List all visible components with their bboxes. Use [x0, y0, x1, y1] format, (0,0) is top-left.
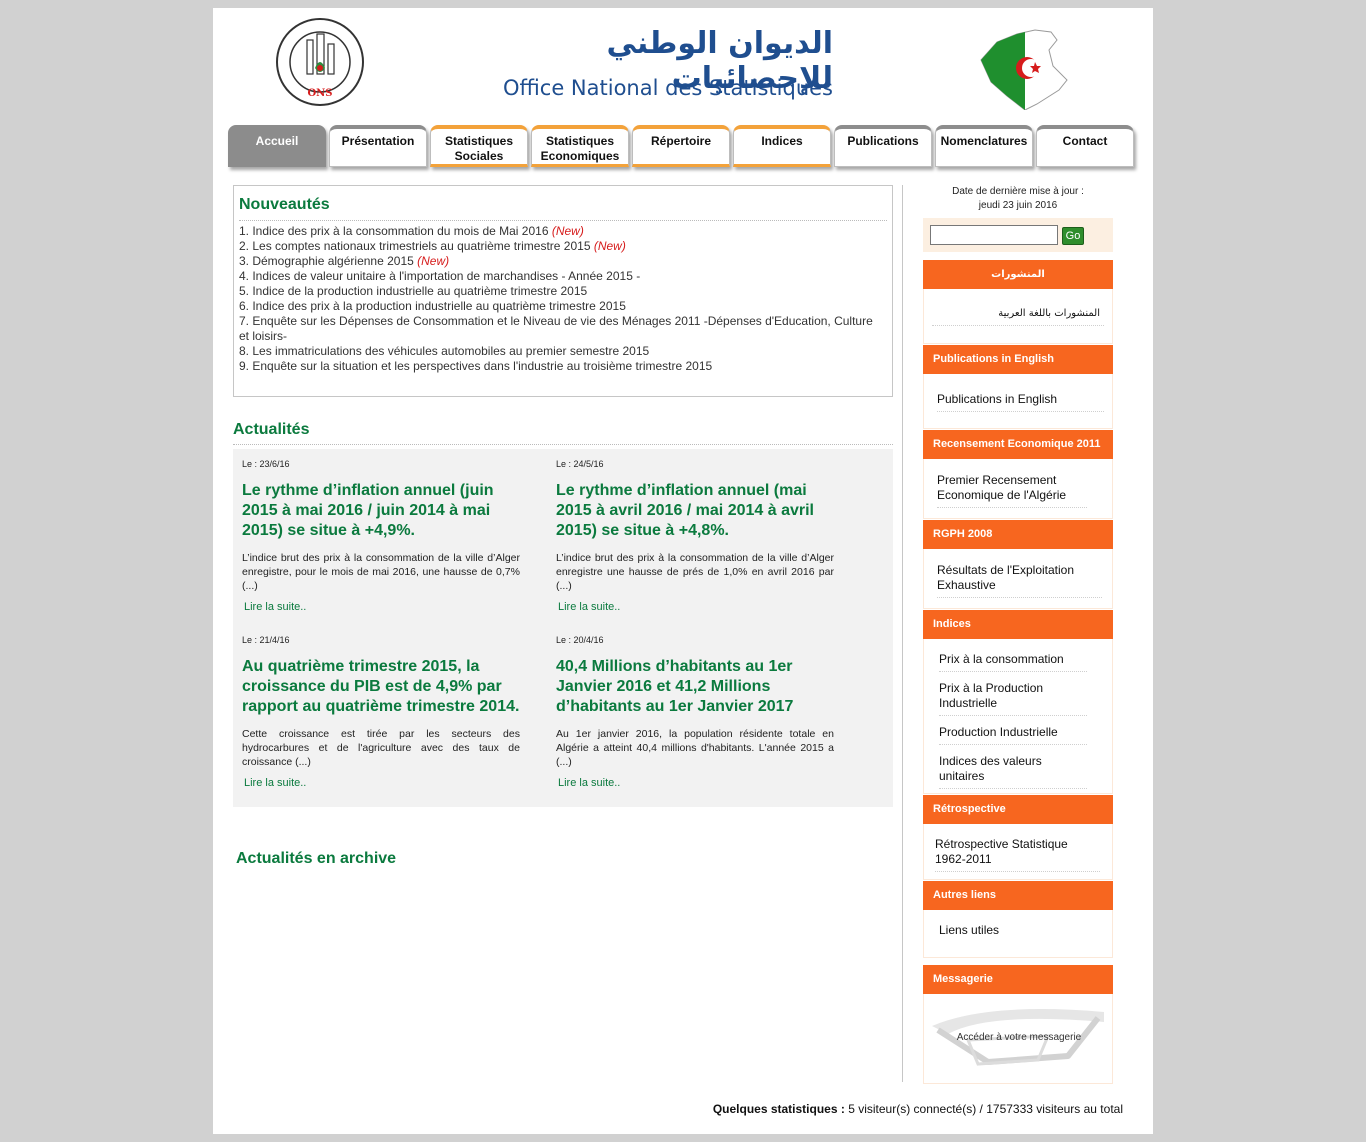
list-item[interactable]: 4. Indices de valeur unitaire à l'import…: [239, 269, 879, 284]
block-indices: Prix à la consommation Prix à la Product…: [923, 639, 1113, 794]
news-summary: L’indice brut des prix à la consommation…: [242, 552, 520, 592]
list-item[interactable]: 1. Indice des prix à la consommation du …: [239, 224, 879, 239]
link-retrospective-statistique[interactable]: Rétrospective Statistique 1962-2011: [935, 837, 1100, 872]
news-date: Le : 24/5/16: [556, 459, 604, 469]
new-tag: (New): [417, 254, 450, 268]
block-retrospective: Rétrospective Statistique 1962-2011: [923, 824, 1113, 880]
page: ONS الديوان الوطني للإحصائيات Office Nat…: [213, 8, 1153, 1134]
link-publications-english[interactable]: Publications in English: [937, 392, 1104, 412]
divider: [233, 444, 893, 445]
block-messagerie[interactable]: Accéder à votre messagerie: [923, 994, 1113, 1084]
block-recensement: Premier Recensement Economique de l'Algé…: [923, 459, 1113, 519]
block-title-messagerie: Messagerie: [923, 965, 1113, 994]
list-item[interactable]: 5. Indice de la production industrielle …: [239, 284, 879, 299]
news-item: Le : 23/6/16 Le rythme d’inflation annue…: [242, 459, 520, 613]
news-item: Le : 21/4/16 Au quatrième trimestre 2015…: [242, 635, 520, 789]
link-messagerie[interactable]: Accéder à votre messagerie: [924, 1032, 1114, 1043]
search-input[interactable]: [930, 225, 1058, 245]
block-arabic-publications: المنشورات باللغة العربية: [923, 289, 1113, 344]
nav-statistiques-sociales[interactable]: Statistiques Sociales: [430, 125, 528, 167]
block-title-indices: Indices: [923, 610, 1113, 639]
nav-accueil[interactable]: Accueil: [228, 125, 326, 167]
news-date: Le : 20/4/16: [556, 635, 604, 645]
block-title-autres-liens: Autres liens: [923, 881, 1113, 910]
news-date: Le : 23/6/16: [242, 459, 290, 469]
column-divider: [902, 185, 903, 1082]
list-item[interactable]: 9. Enquête sur la situation et les persp…: [239, 359, 879, 374]
nav-contact[interactable]: Contact: [1036, 125, 1134, 167]
ons-logo[interactable]: ONS: [275, 16, 365, 108]
new-tag: (New): [593, 239, 626, 253]
last-update-date: jeudi 23 juin 2016: [978, 200, 1058, 211]
news-headline[interactable]: Le rythme d’inflation annuel (mai 2015 à…: [556, 481, 834, 541]
nav-publications[interactable]: Publications: [834, 125, 932, 167]
link-resultats-exhaustive[interactable]: Résultats de l'Exploitation Exhaustive: [937, 563, 1102, 598]
list-item[interactable]: 2. Les comptes nationaux trimestriels au…: [239, 239, 879, 254]
stats-label: Quelques statistiques :: [712, 1102, 845, 1116]
read-more-link[interactable]: Lire la suite..: [244, 601, 520, 613]
nav-nomenclatures[interactable]: Nomenclatures: [935, 125, 1033, 167]
svg-text:ONS: ONS: [307, 88, 332, 99]
list-item[interactable]: 7. Enquête sur les Dépenses de Consommat…: [239, 314, 879, 344]
nouveautes-list: 1. Indice des prix à la consommation du …: [239, 224, 879, 374]
news-headline[interactable]: 40,4 Millions d’habitants au 1er Janvier…: [556, 657, 834, 717]
link-liens-utiles[interactable]: Liens utiles: [939, 923, 1104, 942]
news-summary: Cette croissance est tirée par les secte…: [242, 728, 520, 768]
search-box: Go: [923, 218, 1113, 252]
read-more-link[interactable]: Lire la suite..: [244, 777, 520, 789]
new-tag: (New): [551, 224, 584, 238]
last-update-label: Date de dernière mise à jour :: [952, 186, 1084, 197]
block-title-recensement: Recensement Economique 2011: [923, 430, 1113, 459]
nouveautes-title: Nouveautés: [239, 196, 330, 213]
block-title-retrospective: Rétrospective: [923, 795, 1113, 824]
archive-link[interactable]: Actualités en archive: [236, 850, 396, 868]
list-item[interactable]: 8. Les immatriculations des véhicules au…: [239, 344, 879, 359]
link-arabic-publications[interactable]: المنشورات باللغة العربية: [932, 306, 1104, 326]
link-prix-production[interactable]: Prix à la Production Industrielle: [939, 681, 1087, 716]
sidebar: Date de dernière mise à jour : jeudi 23 …: [923, 185, 1113, 1084]
news-item: Le : 24/5/16 Le rythme d’inflation annue…: [556, 459, 834, 613]
news-headline[interactable]: Au quatrième trimestre 2015, la croissan…: [242, 657, 520, 717]
link-valeurs-unitaires[interactable]: Indices des valeurs unitaires: [939, 754, 1087, 789]
nav-statistiques-economiques[interactable]: Statistiques Economiques: [531, 125, 629, 167]
list-item[interactable]: 6. Indice des prix à la production indus…: [239, 299, 879, 314]
go-button[interactable]: Go: [1062, 227, 1084, 245]
nav-presentation[interactable]: Présentation: [329, 125, 427, 167]
list-item[interactable]: 3. Démographie algérienne 2015 (New): [239, 254, 879, 269]
block-autres-liens: Liens utiles: [923, 910, 1113, 958]
nouveautes-box: Nouveautés 1. Indice des prix à la conso…: [233, 185, 893, 397]
news-date: Le : 21/4/16: [242, 635, 290, 645]
algeria-flag-map: [977, 20, 1073, 111]
link-recensement-economique[interactable]: Premier Recensement Economique de l'Algé…: [937, 473, 1087, 508]
actualites-box: Le : 23/6/16 Le rythme d’inflation annue…: [233, 449, 893, 807]
news-summary: Au 1er janvier 2016, la population résid…: [556, 728, 834, 768]
link-production-industrielle[interactable]: Production Industrielle: [939, 725, 1087, 745]
actualites-title: Actualités: [233, 421, 310, 438]
block-title-rgph: RGPH 2008: [923, 520, 1113, 549]
block-title-arabic-publications: المنشورات: [923, 260, 1113, 289]
nav-indices[interactable]: Indices: [733, 125, 831, 167]
site-title-french: Office National des Statistiques: [502, 76, 833, 100]
news-headline[interactable]: Le rythme d’inflation annuel (juin 2015 …: [242, 481, 520, 541]
block-title-publications-english: Publications in English: [923, 345, 1113, 374]
block-rgph: Résultats de l'Exploitation Exhaustive: [923, 549, 1113, 609]
read-more-link[interactable]: Lire la suite..: [558, 777, 834, 789]
read-more-link[interactable]: Lire la suite..: [558, 601, 834, 613]
block-publications-english: Publications in English: [923, 374, 1113, 429]
link-prix-consommation[interactable]: Prix à la consommation: [939, 652, 1087, 672]
divider: [239, 220, 887, 221]
visitor-stats: Quelques statistiques : 5 visiteur(s) co…: [713, 1102, 1123, 1116]
last-update: Date de dernière mise à jour : jeudi 23 …: [923, 185, 1113, 213]
news-item: Le : 20/4/16 40,4 Millions d’habitants a…: [556, 635, 834, 789]
nav-repertoire[interactable]: Répertoire: [632, 125, 730, 167]
news-summary: L’indice brut des prix à la consommation…: [556, 552, 834, 592]
stats-value: 5 visiteur(s) connecté(s) / 1757333 visi…: [848, 1102, 1123, 1116]
